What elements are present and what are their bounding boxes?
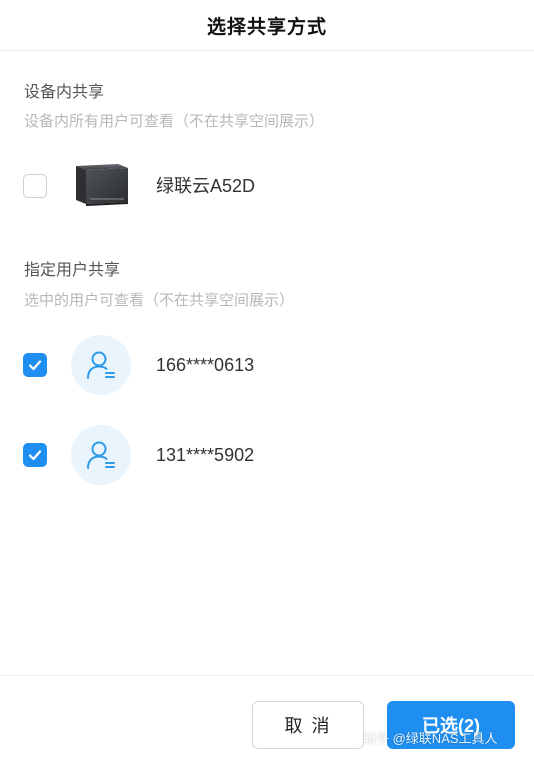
device-name: 绿联云A52D (156, 176, 256, 196)
dialog-title: 选择共享方式 (206, 16, 327, 38)
avatar (71, 425, 131, 485)
device-row[interactable]: 绿联云A52D (0, 156, 534, 216)
dialog-header: 选择共享方式 (0, 0, 534, 51)
device-checkbox[interactable] (23, 174, 47, 198)
checkmark-icon (28, 360, 42, 371)
user-avatar-icon (87, 441, 115, 469)
checkmark-icon (28, 450, 42, 461)
user-phone: 166****0613 (156, 355, 255, 375)
user-checkbox[interactable] (23, 353, 47, 377)
user-share-description: 选中的用户可查看（不在共享空间展示） (24, 292, 295, 309)
user-share-title: 指定用户共享 (24, 262, 121, 279)
device-share-description: 设备内所有用户可查看（不在共享空间展示） (24, 113, 325, 130)
dialog-footer: 取 消 已选(2) (0, 675, 534, 761)
user-checkbox[interactable] (23, 443, 47, 467)
avatar (71, 335, 131, 395)
user-row[interactable]: 166****0613 (0, 335, 534, 395)
cancel-button[interactable]: 取 消 (252, 701, 364, 749)
device-share-title: 设备内共享 (24, 84, 105, 101)
user-phone: 131****5902 (156, 445, 255, 465)
user-avatar-icon (87, 351, 115, 379)
user-row[interactable]: 131****5902 (0, 425, 534, 485)
watermark: 知乎 @绿联NAS工具人 (363, 731, 498, 746)
nas-device-icon (76, 164, 128, 206)
